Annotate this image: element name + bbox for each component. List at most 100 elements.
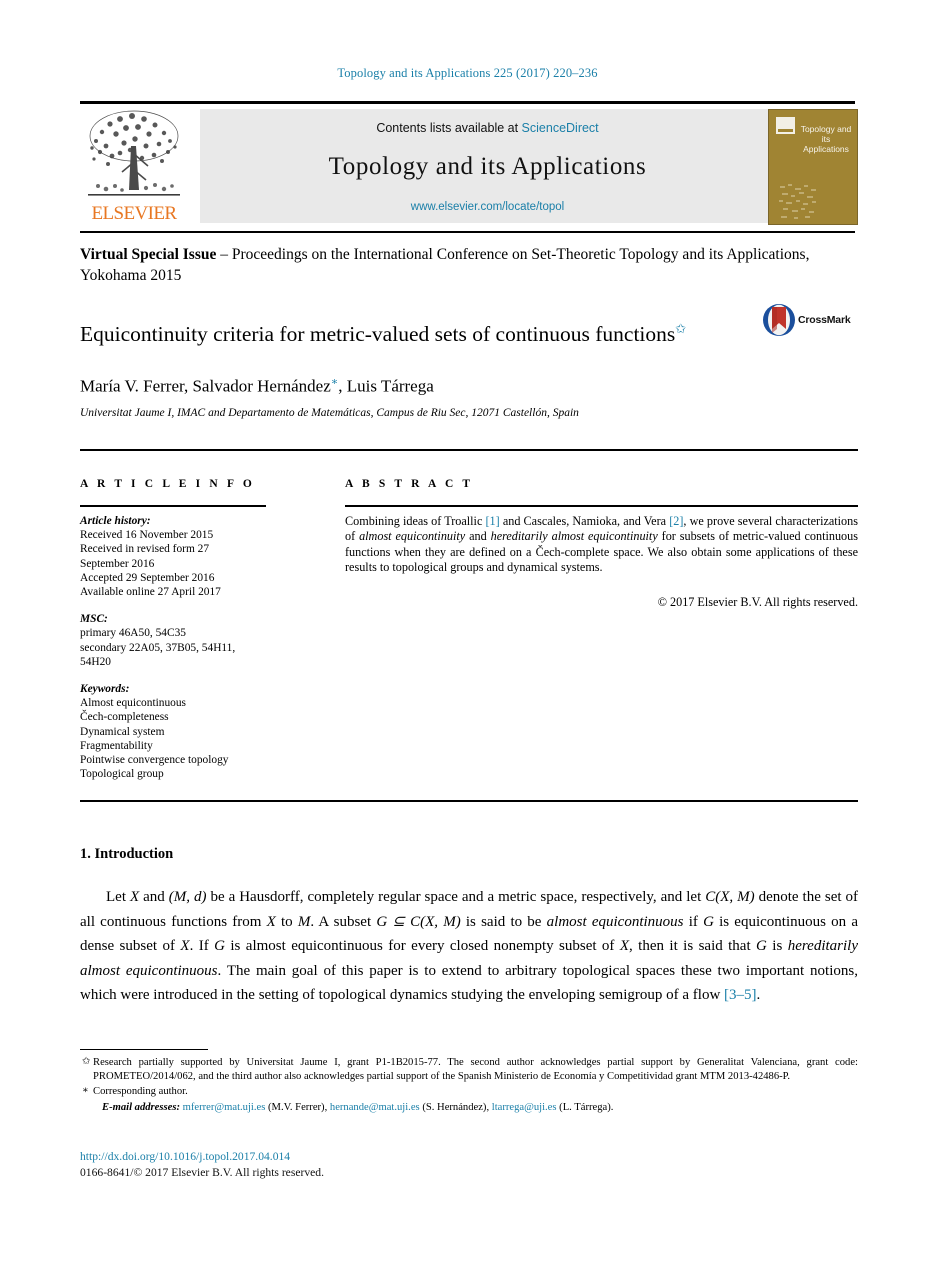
keyword-item: Fragmentability [80, 739, 153, 752]
footnote-corresponding-text: Corresponding author. [93, 1086, 188, 1098]
footnote-area: ✩ Research partially supported by Univers… [80, 1056, 858, 1114]
msc-block: MSC: primary 46A50, 54C35 secondary 22A0… [80, 612, 275, 669]
intro-math: (M, d) [168, 889, 207, 905]
abstract-copyright: © 2017 Elsevier B.V. All rights reserved… [657, 595, 858, 609]
abstract-ref-2[interactable]: [2] [669, 514, 683, 528]
cover-texture-icon [779, 184, 816, 219]
intro-seg: . [756, 987, 761, 1003]
msc-label: MSC: [80, 613, 108, 626]
crossmark-badge[interactable]: CrossMark [762, 303, 862, 337]
intro-seg: is [766, 938, 788, 954]
history-line: September 2016 [80, 557, 155, 570]
article-info-rule [80, 505, 266, 507]
article-info-column: Article history: Received 16 November 20… [80, 514, 275, 794]
msc-line: secondary 22A05, 37B05, 54H11, [80, 641, 236, 654]
elsevier-tree-icon [88, 110, 180, 196]
intro-seg: , then it is said that [629, 938, 757, 954]
intro-math: X [266, 913, 276, 930]
footnote-rule [80, 1049, 208, 1051]
issn-copyright-line: 0166-8641/© 2017 Elsevier B.V. All right… [80, 1166, 324, 1179]
introduction-paragraph: Let X and (M, d) be a Hausdorff, complet… [80, 885, 858, 1008]
intro-seg: is almost equicontinuous for every close… [224, 938, 620, 954]
journal-homepage-url[interactable]: www.elsevier.com/locate/topol [200, 201, 775, 213]
keywords-label: Keywords: [80, 683, 130, 696]
journal-cover-thumbnail: Topology and its Applications [768, 109, 858, 225]
intro-seg: to [275, 913, 298, 930]
abstract-seg: and [465, 529, 491, 544]
article-info-heading: A R T I C L E I N F O [80, 478, 255, 490]
masthead-bottom-rule [80, 231, 855, 233]
contents-available-line: Contents lists available at ScienceDirec… [200, 121, 775, 135]
cover-elsevier-mark-icon [776, 117, 795, 134]
intro-math: G [703, 913, 714, 930]
authors-tail: , Luis Tárrega [338, 376, 434, 396]
author-list: María V. Ferrer, Salvador Hernández∗, Lu… [80, 375, 780, 397]
abstract-heading: A B S T R A C T [345, 478, 474, 490]
keyword-item: Topological group [80, 768, 164, 781]
contents-prefix: Contents lists available at [376, 121, 522, 135]
history-line: Received in revised form 27 [80, 543, 210, 556]
abstract-text: Combining ideas of Troallic [1] and Casc… [345, 514, 858, 576]
intro-seg: . A subset [310, 913, 377, 930]
abstract-rule [345, 505, 858, 507]
intro-ref-3[interactable]: [3–5] [724, 987, 757, 1003]
section-heading-introduction: 1. Introduction [80, 846, 174, 862]
msc-line: primary 46A50, 54C35 [80, 627, 186, 640]
footnote-funding-text: Research partially supported by Universi… [93, 1057, 858, 1082]
intro-seg: is said to be [460, 913, 547, 930]
intro-math: G ⊆ C(X, M) [376, 913, 461, 930]
abstract-ref-1[interactable]: [1] [485, 514, 499, 528]
intro-math: G [214, 938, 225, 954]
email-link-1[interactable]: mferrer@mat.uji.es [183, 1102, 266, 1113]
intro-emph-1: almost equicontinuous [546, 913, 684, 930]
history-line: Available online 27 April 2017 [80, 586, 221, 599]
journal-title: Topology and its Applications [328, 153, 647, 180]
elsevier-wordmark: ELSEVIER [91, 203, 178, 224]
footnote-emails: E-mail addresses: mferrer@mat.uji.es (M.… [80, 1101, 858, 1115]
footnote-star-marker: ✩ [82, 1056, 91, 1067]
abstract-seg: and Cascales, Namioka, and Vera [499, 514, 670, 528]
journal-article-page: Topology and its Applications 225 (2017)… [0, 0, 935, 1266]
email-link-3[interactable]: ltarrega@uji.es [492, 1102, 557, 1113]
footnote-corr-marker: ∗ [82, 1085, 89, 1097]
intro-seg: be a Hausdorff, completely regular space… [206, 889, 706, 905]
intro-math: X [619, 938, 630, 954]
footnote-corresponding: ∗ Corresponding author. [80, 1085, 858, 1099]
footnote-funding: ✩ Research partially supported by Univers… [80, 1056, 858, 1083]
elsevier-logo: ELSEVIER [80, 106, 190, 226]
email-person-2: (S. Hernández) [422, 1101, 487, 1113]
history-line: Accepted 29 September 2016 [80, 571, 215, 584]
intro-seg: and [139, 889, 169, 905]
intro-seg: . If [189, 938, 215, 954]
intro-math: X [129, 889, 140, 905]
running-head: Topology and its Applications 225 (2017)… [337, 66, 598, 80]
intro-math: C(X, M) [705, 889, 755, 905]
abstract-seg: Combining ideas of Troallic [345, 514, 486, 528]
email-addresses-label: E-mail addresses: [102, 1101, 180, 1113]
crossmark-icon [763, 304, 795, 336]
keyword-item: Pointwise convergence topology [80, 754, 229, 767]
abstract-bottom-rule [80, 800, 858, 802]
keyword-item: Almost equicontinuous [80, 697, 186, 710]
page-title: Equicontinuity criteria for metric-value… [80, 314, 730, 349]
email-link-2[interactable]: hernande@mat.uji.es [330, 1102, 420, 1113]
intro-math: G [756, 938, 767, 954]
affiliation: Universitat Jaume I, IMAC and Departamen… [80, 407, 579, 419]
msc-line: 54H20 [80, 655, 112, 668]
email-end: . [610, 1101, 614, 1113]
special-issue-label: Virtual Special Issue [80, 246, 217, 263]
abstract-emph-1: almost equicontinuity [359, 529, 466, 544]
abstract-emph-2: hereditarily almost equicontinuity [490, 529, 658, 544]
intro-seg: Let [106, 889, 130, 905]
intro-seg: if [683, 913, 704, 930]
history-line: Received 16 November 2015 [80, 529, 214, 542]
article-history-block: Article history: Received 16 November 20… [80, 514, 275, 599]
sciencedirect-link[interactable]: ScienceDirect [522, 121, 599, 135]
email-person-1: (M.V. Ferrer) [268, 1101, 325, 1113]
title-footnote-marker: ✩ [675, 321, 687, 337]
doi-link[interactable]: http://dx.doi.org/10.1016/j.topol.2017.0… [80, 1150, 290, 1163]
journal-banner: Contents lists available at ScienceDirec… [200, 109, 775, 223]
authors-text: María V. Ferrer, Salvador Hernández [80, 376, 331, 396]
article-title-text: Equicontinuity criteria for metric-value… [80, 322, 676, 347]
email-person-3: (L. Tárrega) [559, 1101, 611, 1113]
